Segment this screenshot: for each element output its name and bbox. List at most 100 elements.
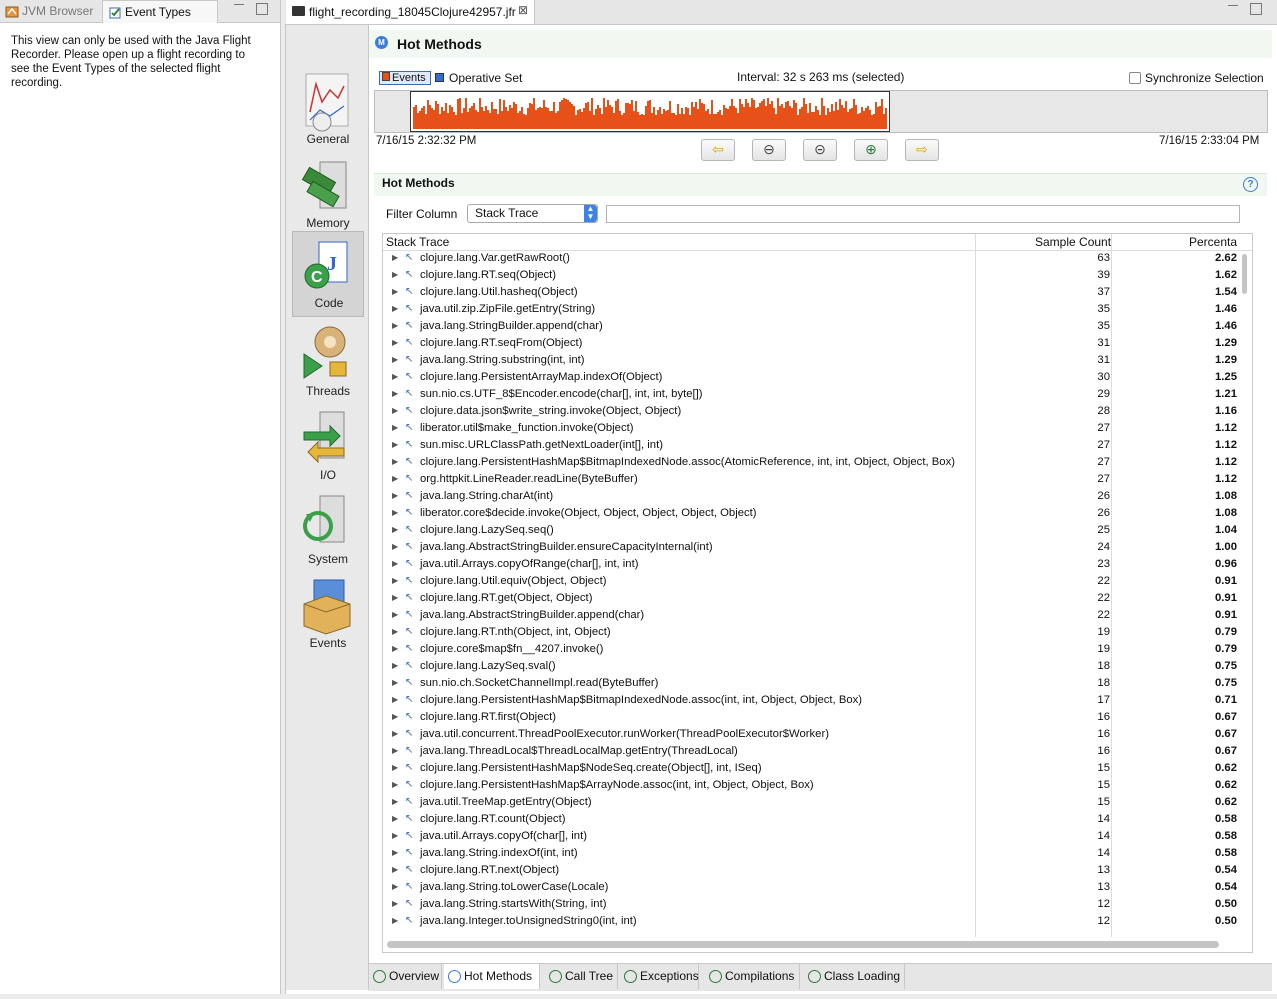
filter-text-input[interactable]	[606, 205, 1240, 223]
nav-item-events[interactable]: Events	[292, 572, 362, 656]
expand-triangle-icon[interactable]: ▶	[392, 644, 398, 653]
table-row[interactable]: ▶ ↖ clojure.lang.RT.seq(Object) 39 1.62	[383, 268, 1243, 285]
expand-triangle-icon[interactable]: ▶	[392, 882, 398, 891]
expand-triangle-icon[interactable]: ▶	[392, 593, 398, 602]
table-row[interactable]: ▶ ↖ clojure.data.json$write_string.invoke(…	[383, 404, 1243, 421]
expand-triangle-icon[interactable]: ▶	[392, 763, 398, 772]
expand-triangle-icon[interactable]: ▶	[392, 576, 398, 585]
table-row[interactable]: ▶ ↖ java.lang.ThreadLocal$ThreadLocalMap.g…	[383, 744, 1243, 761]
expand-triangle-icon[interactable]: ▶	[392, 457, 398, 466]
horizontal-scrollbar[interactable]	[387, 941, 1219, 948]
table-row[interactable]: ▶ ↖ clojure.lang.PersistentHashMap$NodeSeq…	[383, 761, 1243, 778]
expand-triangle-icon[interactable]: ▶	[392, 389, 398, 398]
tab-jvm-browser[interactable]: JVM Browser	[0, 0, 118, 22]
tab-class-loading[interactable]: Class Loading	[804, 964, 905, 989]
table-row[interactable]: ▶ ↖ liberator.util$make_function.invoke(Ob…	[383, 421, 1243, 438]
tab-call-tree[interactable]: Call Tree	[545, 964, 618, 989]
expand-triangle-icon[interactable]: ▶	[392, 423, 398, 432]
table-row[interactable]: ▶ ↖ java.lang.String.substring(int, int) 31…	[383, 353, 1243, 370]
expand-triangle-icon[interactable]: ▶	[392, 372, 398, 381]
expand-triangle-icon[interactable]: ▶	[392, 831, 398, 840]
table-row[interactable]: ▶ ↖ java.lang.Integer.toUnsignedString0(in…	[383, 914, 1243, 931]
expand-triangle-icon[interactable]: ▶	[392, 729, 398, 738]
tab-exceptions[interactable]: Exceptions	[620, 964, 699, 989]
table-row[interactable]: ▶ ↖ java.lang.String.charAt(int) 26 1.08	[383, 489, 1243, 506]
expand-triangle-icon[interactable]: ▶	[392, 610, 398, 619]
nav-item-io[interactable]: I/O	[292, 404, 362, 488]
expand-triangle-icon[interactable]: ▶	[392, 355, 398, 364]
maximize-icon[interactable]	[256, 3, 268, 15]
table-row[interactable]: ▶ ↖ java.lang.String.startsWith(String, in…	[383, 897, 1243, 914]
expand-triangle-icon[interactable]: ▶	[392, 491, 398, 500]
nav-item-system[interactable]: System	[292, 488, 362, 572]
table-row[interactable]: ▶ ↖ java.lang.AbstractStringBuilder.append…	[383, 608, 1243, 625]
table-row[interactable]: ▶ ↖ clojure.lang.LazySeq.sval() 18 0.75	[383, 659, 1243, 676]
table-row[interactable]: ▶ ↖ clojure.lang.RT.get(Object, Object) 22 0…	[383, 591, 1243, 608]
table-row[interactable]: ▶ ↖ clojure.lang.LazySeq.seq() 25 1.04	[383, 523, 1243, 540]
expand-triangle-icon[interactable]: ▶	[392, 780, 398, 789]
filter-column-select[interactable]: Stack Trace ▲ ▼	[467, 204, 598, 223]
expand-triangle-icon[interactable]: ▶	[392, 287, 398, 296]
expand-triangle-icon[interactable]: ▶	[392, 542, 398, 551]
editor-tab-recording[interactable]: flight_recording_18045Clojure42957.jfr ⊠	[286, 0, 535, 24]
table-row[interactable]: ▶ ↖ clojure.lang.RT.seqFrom(Object) 31 1.29	[383, 336, 1243, 353]
nav-item-threads[interactable]: Threads	[292, 320, 362, 404]
expand-triangle-icon[interactable]: ▶	[392, 474, 398, 483]
expand-triangle-icon[interactable]: ▶	[392, 321, 398, 330]
table-row[interactable]: ▶ ↖ java.util.TreeMap.getEntry(Object) 15 0.…	[383, 795, 1243, 812]
tab-event-types[interactable]: Event Types	[102, 0, 218, 23]
expand-triangle-icon[interactable]: ▶	[392, 406, 398, 415]
zoom-selection-button[interactable]: ⊝	[803, 139, 837, 161]
table-row[interactable]: ▶ ↖ java.lang.String.indexOf(int, int) 14 0.…	[383, 846, 1243, 863]
expand-triangle-icon[interactable]: ▶	[392, 304, 398, 313]
expand-triangle-icon[interactable]: ▶	[392, 253, 398, 262]
expand-triangle-icon[interactable]: ▶	[392, 916, 398, 925]
help-icon[interactable]: ?	[1243, 177, 1258, 192]
table-row[interactable]: ▶ ↖ sun.nio.ch.SocketChannelImpl.read(Byte…	[383, 676, 1243, 693]
table-row[interactable]: ▶ ↖ clojure.lang.PersistentArrayMap.indexO…	[383, 370, 1243, 387]
expand-triangle-icon[interactable]: ▶	[392, 899, 398, 908]
expand-triangle-icon[interactable]: ▶	[392, 508, 398, 517]
minimize-icon[interactable]	[1228, 5, 1238, 6]
expand-triangle-icon[interactable]: ▶	[392, 678, 398, 687]
column-header-stack-trace[interactable]: Stack Trace	[386, 235, 449, 249]
expand-triangle-icon[interactable]: ▶	[392, 848, 398, 857]
expand-triangle-icon[interactable]: ▶	[392, 814, 398, 823]
column-header-percentage[interactable]: Percenta	[1189, 235, 1237, 249]
timeline-selection[interactable]	[410, 91, 890, 132]
expand-triangle-icon[interactable]: ▶	[392, 661, 398, 670]
zoom-in-button[interactable]: ⊕	[854, 139, 888, 161]
nav-item-general[interactable]: General	[292, 68, 362, 152]
expand-triangle-icon[interactable]: ▶	[392, 746, 398, 755]
legend-operative-set[interactable]: Operative Set	[435, 71, 522, 85]
table-row[interactable]: ▶ ↖ clojure.lang.Var.getRawRoot() 63 2.62	[383, 251, 1243, 268]
maximize-icon[interactable]	[1250, 3, 1262, 15]
table-row[interactable]: ▶ ↖ java.lang.AbstractStringBuilder.ensure…	[383, 540, 1243, 557]
table-row[interactable]: ▶ ↖ org.httpkit.LineReader.readLine(ByteBu…	[383, 472, 1243, 489]
expand-triangle-icon[interactable]: ▶	[392, 712, 398, 721]
table-row[interactable]: ▶ ↖ clojure.core$map$fn__4207.invoke() 19 0.…	[383, 642, 1243, 659]
table-row[interactable]: ▶ ↖ clojure.lang.Util.equiv(Object, Object…	[383, 574, 1243, 591]
expand-triangle-icon[interactable]: ▶	[392, 559, 398, 568]
zoom-out-button[interactable]: ⊖	[752, 139, 786, 161]
vertical-scrollbar[interactable]	[1242, 254, 1247, 294]
expand-triangle-icon[interactable]: ▶	[392, 525, 398, 534]
table-row[interactable]: ▶ ↖ clojure.lang.RT.first(Object) 16 0.67	[383, 710, 1243, 727]
tab-hot-methods[interactable]: Hot Methods	[444, 964, 540, 989]
tab-overview[interactable]: Overview	[369, 964, 442, 989]
table-row[interactable]: ▶ ↖ java.util.Arrays.copyOf(char[], int) 14…	[383, 829, 1243, 846]
scroll-right-button[interactable]: ⇨	[905, 139, 939, 161]
nav-item-code[interactable]: J C Code	[292, 231, 364, 317]
table-row[interactable]: ▶ ↖ clojure.lang.RT.next(Object) 13 0.54	[383, 863, 1243, 880]
table-row[interactable]: ▶ ↖ liberator.core$decide.invoke(Object, O…	[383, 506, 1243, 523]
table-row[interactable]: ▶ ↖ clojure.lang.Util.hasheq(Object) 37 1.54	[383, 285, 1243, 302]
table-row[interactable]: ▶ ↖ clojure.lang.RT.count(Object) 14 0.58	[383, 812, 1243, 829]
table-row[interactable]: ▶ ↖ clojure.lang.PersistentHashMap$BitmapI…	[383, 455, 1243, 472]
expand-triangle-icon[interactable]: ▶	[392, 338, 398, 347]
expand-triangle-icon[interactable]: ▶	[392, 440, 398, 449]
expand-triangle-icon[interactable]: ▶	[392, 627, 398, 636]
table-row[interactable]: ▶ ↖ clojure.lang.RT.nth(Object, int, Objec…	[383, 625, 1243, 642]
close-icon[interactable]: ⊠	[518, 3, 528, 17]
table-row[interactable]: ▶ ↖ java.util.Arrays.copyOfRange(char[], i…	[383, 557, 1243, 574]
legend-events[interactable]: Events	[379, 71, 431, 85]
